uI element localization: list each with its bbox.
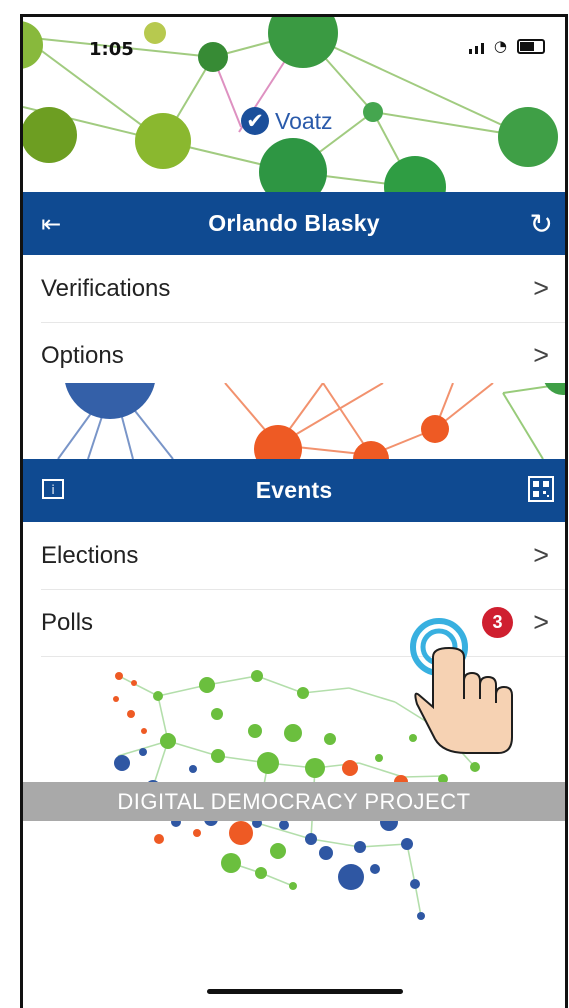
events-header-bar: i Events [23,459,565,522]
profile-title: Orlando Blasky [208,210,380,236]
qr-code-icon[interactable] [527,475,555,507]
mid-network-pattern-graphic [57,383,565,459]
voatz-logo: ✔ Voatz [241,107,333,135]
phone-screen: 1:05 ◔ ✔ Voatz ⇤ Orlando Blasky ↻ Verifi… [20,14,568,1008]
verifications-label: Verifications [41,274,171,302]
events-title: Events [255,477,333,503]
elections-row[interactable]: Elections > [41,522,565,590]
hero-network-graphic: 1:05 ◔ ✔ Voatz [23,17,565,192]
mid-network-graphic [23,383,565,459]
chevron-right-icon: > [533,607,549,637]
chevron-right-icon: > [533,273,549,303]
polls-label: Polls [41,608,94,636]
signal-icon [468,43,484,54]
battery-icon [517,39,545,54]
elections-label: Elections [41,541,139,569]
home-indicator[interactable] [207,989,403,994]
chevron-right-icon: > [533,540,549,570]
options-row[interactable]: Options > [41,322,565,389]
status-icons: ◔ [468,37,545,55]
svg-text:i: i [51,483,54,497]
options-label: Options [41,341,124,369]
logout-icon[interactable]: ⇤ [41,210,61,238]
logo-text: Voatz [275,107,333,134]
refresh-icon[interactable]: ↻ [530,207,553,240]
status-time: 1:05 [89,39,134,60]
profile-header-bar: ⇤ Orlando Blasky ↻ [23,192,565,255]
digital-democracy-banner: DIGITAL DEMOCRACY PROJECT [23,782,565,821]
verifications-row[interactable]: Verifications > [41,255,565,323]
chevron-right-icon: > [533,340,549,370]
tap-hand-icon [409,599,525,759]
wifi-icon: ◔ [493,37,507,55]
info-icon[interactable]: i [41,477,65,505]
logo-check-icon: ✔ [241,107,269,135]
